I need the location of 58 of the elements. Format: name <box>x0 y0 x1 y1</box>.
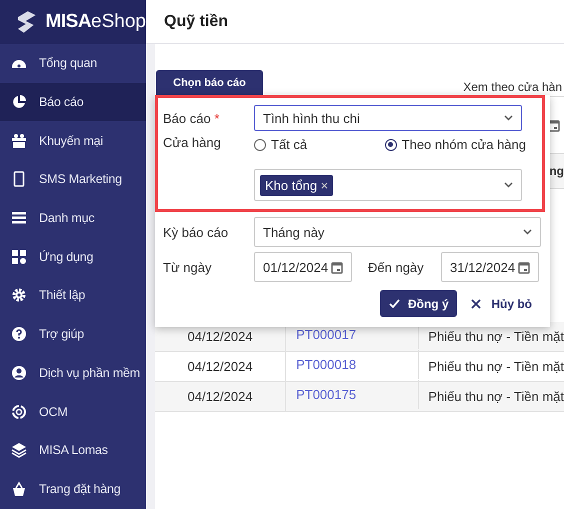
cancel-button[interactable]: Hủy bỏ <box>467 290 536 317</box>
field-label: Báo cáo * <box>163 110 220 126</box>
sidebar-item[interactable]: Danh mục <box>0 198 146 238</box>
phone-icon <box>11 171 27 188</box>
pie-icon <box>11 94 27 110</box>
report-select[interactable]: Tình hình thu chi <box>254 105 522 131</box>
help-icon <box>11 326 27 342</box>
store-tag: Kho tổng × <box>260 174 334 196</box>
sidebar-item[interactable]: Trợ giúp <box>0 314 146 354</box>
date-field[interactable]: 31/12/2024 <box>441 252 539 282</box>
gift-icon <box>11 132 27 149</box>
table-cell-text: Phiếu thu nợ - Tiền mặt <box>427 329 564 344</box>
table-cell-text: Phiếu thu nợ - Tiền mặt <box>427 389 564 404</box>
date-field[interactable]: 01/12/2024 <box>254 252 352 282</box>
period-select[interactable]: Tháng này <box>254 217 541 247</box>
basket-icon <box>11 480 27 497</box>
field-label: Đến ngày <box>367 260 425 274</box>
sidebar-item[interactable]: MISA Lomas <box>0 430 146 470</box>
voucher-link[interactable]: PT000018 <box>286 350 420 379</box>
sidebar-item[interactable]: Tổng quan <box>0 44 146 83</box>
page-title: Quỹ tiền <box>164 12 228 30</box>
sidebar-item[interactable]: Dịch vụ phần mềm <box>0 354 146 392</box>
list-icon <box>11 210 27 226</box>
voucher-link[interactable]: PT000175 <box>286 380 420 409</box>
calendar-icon <box>331 260 343 274</box>
sidebar-item[interactable]: SMS Marketing <box>0 160 146 199</box>
user-icon <box>11 364 27 381</box>
sidebar-item[interactable]: OCM <box>0 392 146 431</box>
check-icon <box>388 299 400 308</box>
chevron-down-icon <box>504 182 513 188</box>
apps-icon <box>11 248 27 265</box>
radio-button[interactable] <box>254 138 266 150</box>
calendar-icon <box>518 260 530 274</box>
sidebar-item[interactable]: Báo cáo <box>0 82 146 122</box>
sidebar-item[interactable]: Ứng dụng <box>0 237 146 276</box>
store-group-select[interactable]: Kho tổng × <box>254 169 522 201</box>
chevron-down-icon <box>523 229 532 235</box>
field-label: Cửa hàng <box>163 135 222 150</box>
report-tab[interactable]: Chọn báo cáo <box>156 70 263 96</box>
field-label: Từ ngày <box>163 260 212 274</box>
close-icon <box>471 298 482 308</box>
table-cell: 04/12/2024 <box>155 382 286 411</box>
radio-button[interactable] <box>384 138 397 150</box>
logo-text: MISAeShop <box>46 11 146 33</box>
sidebar-item[interactable]: Trang đặt hàng <box>0 470 146 508</box>
radio-option[interactable]: Theo nhóm cửa hàng <box>384 137 526 152</box>
radio-option[interactable]: Tất cả <box>254 137 308 152</box>
view-by-label: Xem theo cửa hàn <box>463 80 562 94</box>
ok-button[interactable]: Đồng ý <box>380 290 458 317</box>
table-cell-text: Phiếu thu nợ - Tiền mặt <box>427 359 564 374</box>
sidebar-item[interactable]: Khuyến mại <box>0 121 146 160</box>
table-cell: 04/12/2024 <box>155 352 286 381</box>
layers-icon <box>11 442 27 458</box>
field-label: Kỳ báo cáo <box>163 224 230 240</box>
column-header: ng <box>549 164 564 178</box>
sidebar-item[interactable]: Thiết lập <box>0 276 146 315</box>
gear-icon <box>11 287 27 304</box>
chevron-down-icon <box>504 115 513 121</box>
